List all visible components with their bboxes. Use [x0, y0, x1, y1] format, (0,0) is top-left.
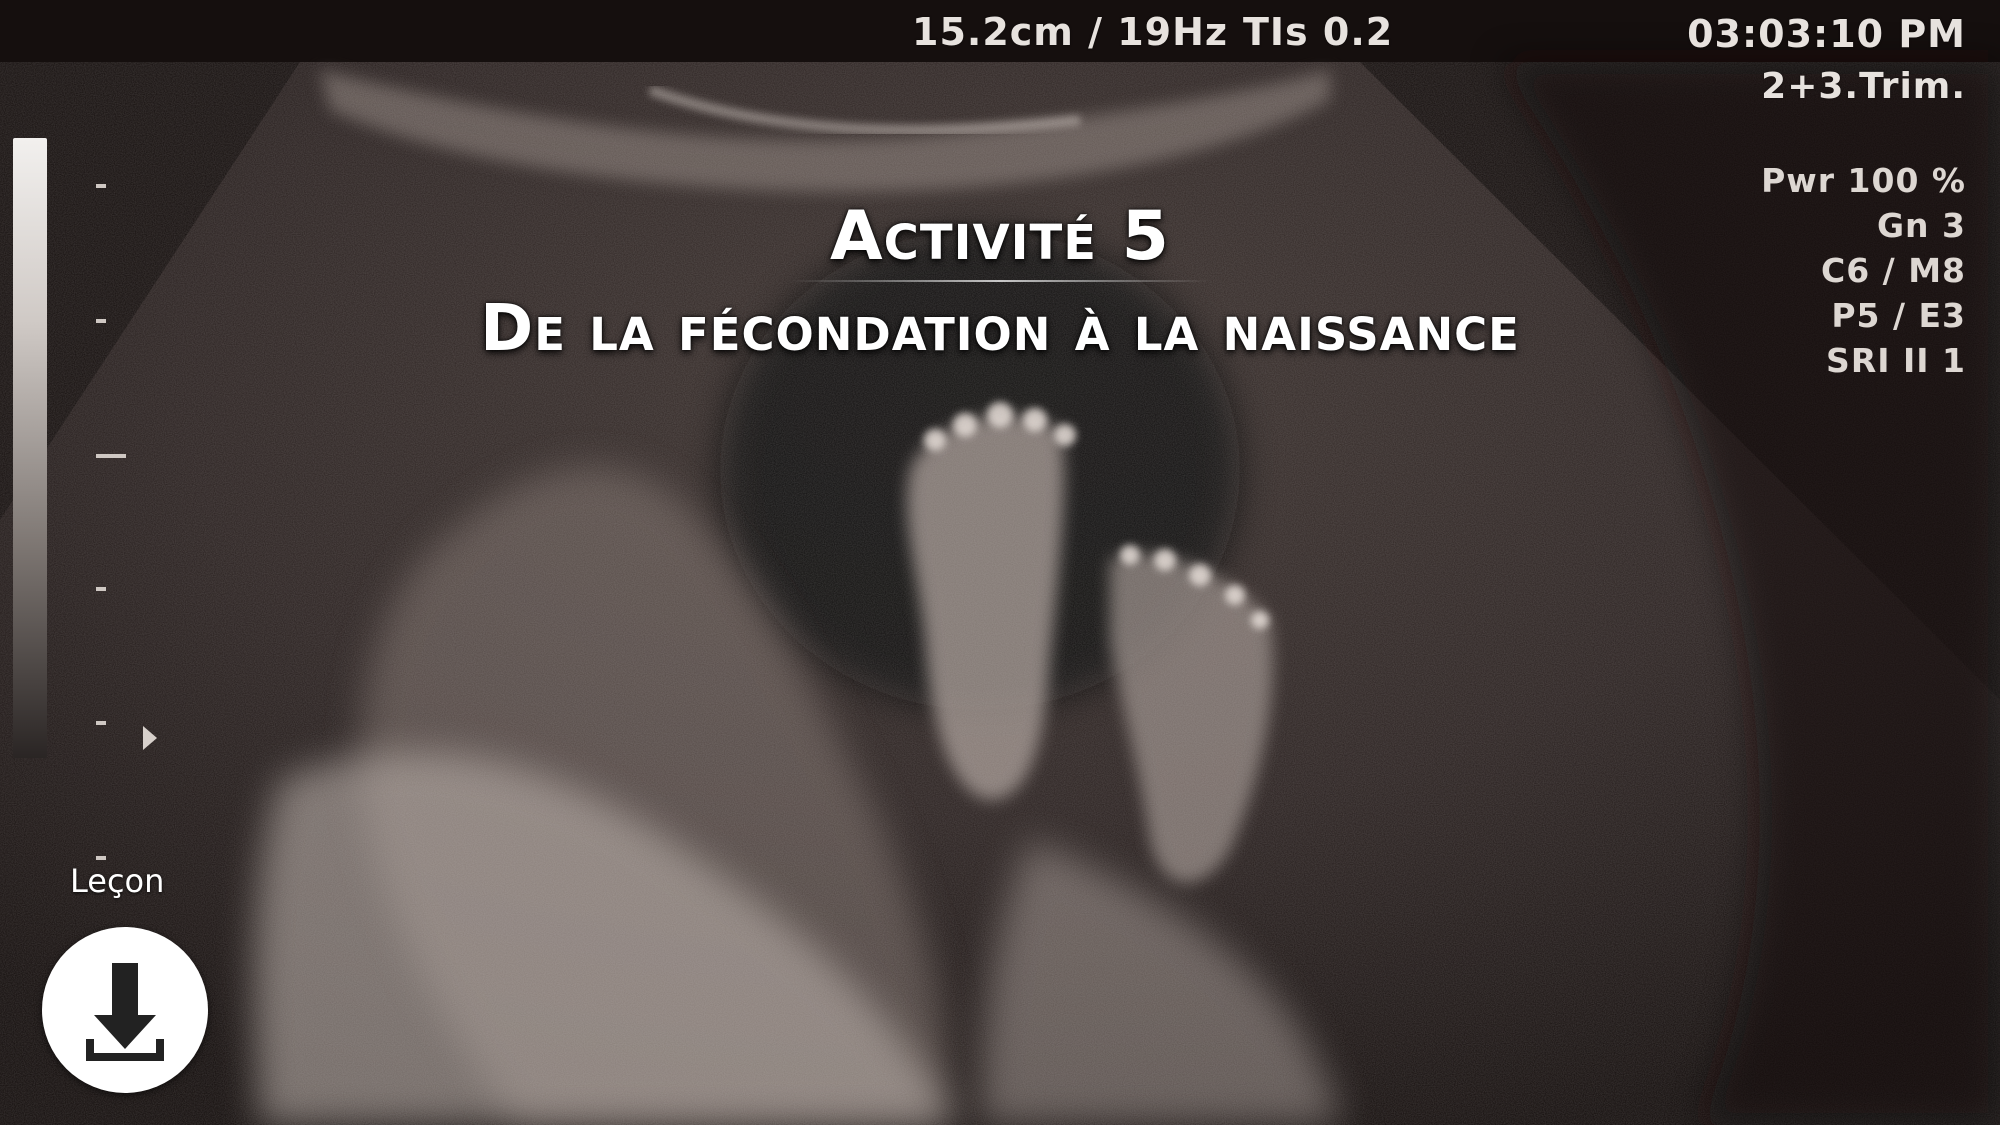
depth-tick [96, 721, 106, 725]
depth-tick [96, 454, 126, 458]
title-divider [790, 280, 1210, 282]
activity-title: Activité 5 [830, 197, 1170, 276]
thermal-index-readout: TIs 0.2 [1243, 10, 1394, 54]
download-icon [86, 963, 164, 1061]
lesson-download-button[interactable] [42, 927, 208, 1093]
depth-frequency-readout: 15.2cm / 19Hz [912, 10, 1229, 54]
time-readout: 03:03:10 PM [1687, 12, 1966, 56]
slide-stage: 15.2cm / 19Hz TIs 0.2 03:03:10 PM 2+3.Tr… [0, 0, 2000, 1125]
lesson-label: Leçon [70, 862, 165, 900]
activity-subtitle: De la fécondation à la naissance [480, 292, 1520, 366]
ultrasound-background-image [0, 0, 2000, 1125]
depth-tick [96, 587, 106, 591]
focus-marker-icon [143, 726, 157, 750]
depth-tick [96, 856, 106, 860]
trimester-readout: 2+3.Trim. [1761, 66, 1966, 107]
depth-tick [96, 184, 106, 188]
slide-title: Activité 5 De la fécondation à la naissa… [0, 196, 2000, 370]
